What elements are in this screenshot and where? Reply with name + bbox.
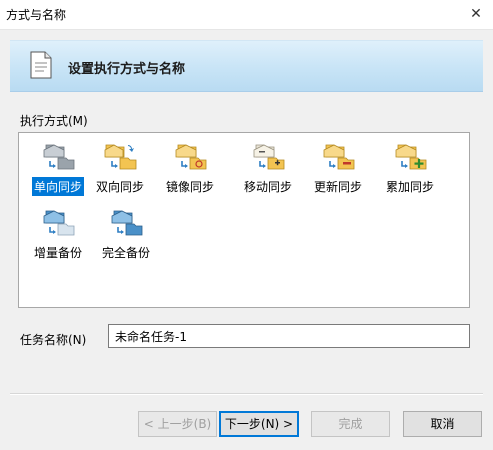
mode-label: 移动同步 [243, 180, 292, 194]
previous-button[interactable]: < 上一步(B) [138, 411, 217, 437]
incremental-backup-icon [43, 210, 75, 236]
title-bar: 方式与名称 ✕ [0, 0, 493, 30]
mode-label: 更新同步 [313, 180, 362, 194]
next-button[interactable]: 下一步(N) > [219, 411, 299, 437]
mode-incremental-backup[interactable]: 增量备份 [27, 207, 89, 267]
close-icon: ✕ [470, 6, 482, 22]
mode-label: 增量备份 [33, 246, 82, 260]
mode-label: 双向同步 [95, 180, 144, 194]
mode-one-way-sync[interactable]: 单向同步 [27, 141, 89, 201]
mode-label: 单向同步 [31, 177, 84, 196]
one-way-sync-icon [43, 144, 75, 170]
task-name-label: 任务名称(N) [20, 333, 87, 347]
task-name-input[interactable] [108, 324, 470, 348]
mirror-sync-icon [175, 144, 207, 170]
update-sync-icon [323, 144, 355, 170]
window-title: 方式与名称 [6, 8, 67, 22]
banner-title: 设置执行方式与名称 [68, 62, 186, 77]
mode-full-backup[interactable]: 完全备份 [95, 207, 157, 267]
mode-move-sync[interactable]: 移动同步 [237, 141, 299, 201]
divider [10, 393, 483, 395]
execution-mode-list[interactable]: 单向同步 双向同步 镜像同步 移动同步 更新同步 累加同步 增量备份 完全备份 [18, 132, 470, 308]
mode-label: 完全备份 [101, 246, 150, 260]
mode-update-sync[interactable]: 更新同步 [307, 141, 369, 201]
close-button[interactable]: ✕ [463, 2, 489, 26]
two-way-sync-icon [104, 144, 137, 170]
full-backup-icon [111, 210, 143, 236]
document-icon [30, 51, 52, 79]
header-banner: 设置执行方式与名称 [10, 40, 483, 92]
mode-label: 累加同步 [385, 180, 434, 194]
mode-cumulative-sync[interactable]: 累加同步 [379, 141, 441, 201]
move-sync-icon [253, 144, 285, 170]
finish-button[interactable]: 完成 [311, 411, 390, 437]
mode-label: 镜像同步 [165, 180, 214, 194]
mode-mirror-sync[interactable]: 镜像同步 [159, 141, 221, 201]
cancel-button[interactable]: 取消 [403, 411, 482, 437]
cumulative-sync-icon [395, 144, 427, 170]
execution-mode-label: 执行方式(M) [20, 114, 88, 128]
mode-two-way-sync[interactable]: 双向同步 [89, 141, 151, 201]
